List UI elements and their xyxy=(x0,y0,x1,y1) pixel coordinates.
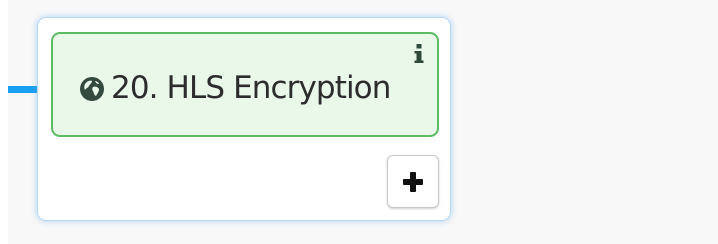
globe-icon xyxy=(80,77,104,101)
info-icon[interactable] xyxy=(413,43,425,65)
plus-icon xyxy=(403,171,423,192)
node-connector-line xyxy=(8,86,40,93)
node-header[interactable]: 20. HLS Encryption xyxy=(51,32,439,137)
node-title-row: 20. HLS Encryption xyxy=(79,68,391,108)
node-title: 20. HLS Encryption xyxy=(111,70,391,106)
add-step-button[interactable] xyxy=(387,155,439,208)
